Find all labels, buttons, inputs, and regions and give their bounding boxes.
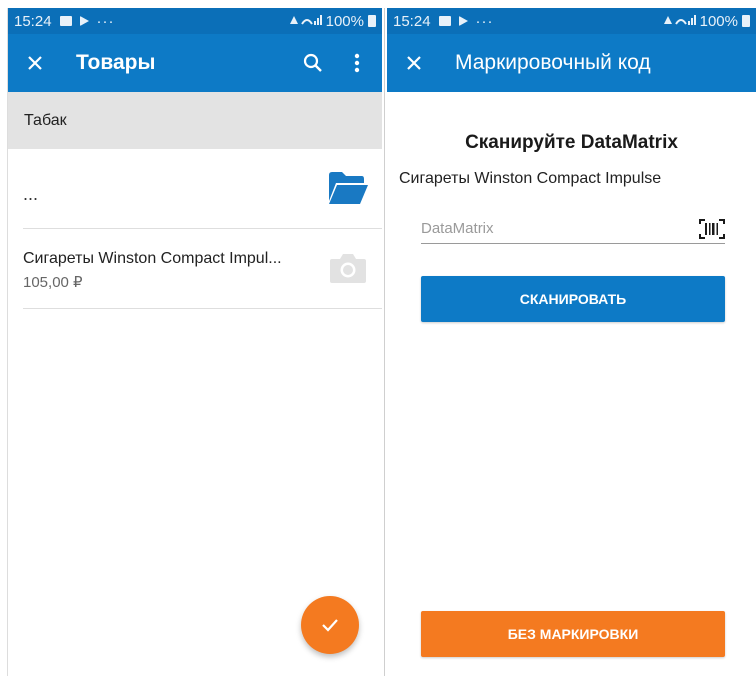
datamatrix-field bbox=[421, 214, 725, 244]
confirm-fab[interactable] bbox=[301, 596, 359, 654]
play-notification-icon bbox=[79, 16, 89, 26]
product-item[interactable]: Сигареты Winston Compact Impul... 105,00… bbox=[23, 229, 382, 309]
scan-button[interactable]: СКАНИРОВАТЬ bbox=[421, 276, 725, 322]
marking-code-screen: 15:24 ··· 100% Маркировочный код Сканиру… bbox=[387, 8, 756, 676]
more-options-button[interactable] bbox=[344, 48, 370, 78]
page-title: Товары bbox=[76, 51, 156, 74]
folder-icon bbox=[329, 172, 368, 204]
folder-item[interactable]: ... bbox=[23, 149, 382, 229]
datamatrix-input[interactable] bbox=[421, 220, 699, 237]
status-time: 15:24 bbox=[393, 12, 431, 30]
no-marking-button[interactable]: БЕЗ МАРКИРОВКИ bbox=[421, 611, 725, 657]
group-header: Табак bbox=[8, 92, 382, 149]
products-app-bar: Товары bbox=[8, 34, 382, 92]
folder-label: ... bbox=[23, 184, 39, 204]
product-name: Сигареты Winston Compact Impulse bbox=[399, 170, 662, 187]
product-price: 105,00 ₽ bbox=[23, 274, 83, 291]
more-notifications-indicator: ··· bbox=[96, 12, 115, 30]
left-edge bbox=[0, 8, 8, 676]
status-time: 15:24 bbox=[14, 12, 52, 30]
close-button[interactable] bbox=[20, 48, 50, 78]
status-bar: 15:24 ··· 100% bbox=[387, 8, 756, 34]
product-name: Сигареты Winston Compact Impul... bbox=[23, 250, 282, 267]
check-icon bbox=[322, 619, 338, 632]
barcode-icon bbox=[699, 218, 725, 239]
battery-icon bbox=[368, 15, 376, 27]
gallery-notification-icon bbox=[59, 16, 72, 26]
search-icon bbox=[303, 53, 322, 72]
more-notifications-indicator: ··· bbox=[475, 12, 494, 30]
play-notification-icon bbox=[458, 16, 468, 26]
signal-icon bbox=[288, 13, 322, 30]
products-screen: 15:24 ··· 100% Товары Табак ... Сигареты… bbox=[8, 8, 382, 676]
screen-divider bbox=[384, 8, 385, 676]
close-icon bbox=[28, 56, 42, 70]
barcode-scan-button[interactable] bbox=[699, 218, 725, 239]
more-vert-icon bbox=[354, 53, 360, 73]
camera-icon[interactable] bbox=[330, 253, 366, 283]
search-button[interactable] bbox=[300, 48, 326, 78]
close-icon bbox=[407, 56, 421, 70]
close-button[interactable] bbox=[399, 48, 429, 78]
gallery-notification-icon bbox=[438, 16, 451, 26]
status-bar: 15:24 ··· 100% bbox=[8, 8, 382, 34]
marking-app-bar: Маркировочный код bbox=[387, 34, 756, 92]
scan-heading: Сканируйте DataMatrix bbox=[465, 132, 678, 153]
page-title: Маркировочный код bbox=[455, 51, 651, 74]
battery-icon bbox=[742, 15, 750, 27]
battery-text: 100% bbox=[325, 12, 364, 30]
battery-text: 100% bbox=[699, 12, 738, 30]
signal-icon bbox=[662, 13, 696, 30]
marking-content: Сканируйте DataMatrix Сигареты Winston C… bbox=[387, 92, 756, 676]
